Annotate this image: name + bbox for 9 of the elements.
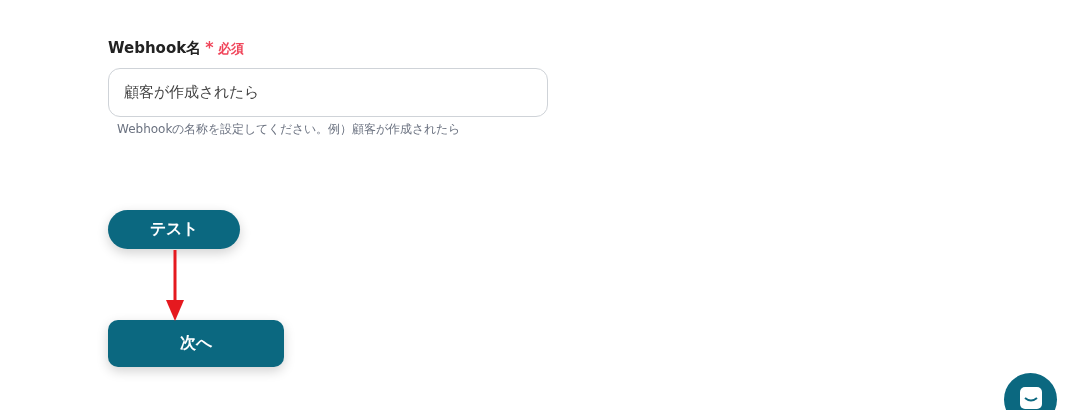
required-text: 必須 [217, 40, 244, 58]
field-hint: Webhookの名称を設定してください。例）顧客が作成されたら [117, 121, 462, 138]
chat-icon [1018, 386, 1043, 410]
test-button[interactable]: テスト [108, 210, 240, 249]
field-label: Webhook名 [108, 39, 202, 58]
next-button[interactable]: 次へ [108, 320, 284, 367]
required-mark: * [205, 38, 214, 57]
webhook-name-field[interactable]: 顧客が作成されたら [108, 68, 548, 117]
arrow [165, 250, 185, 322]
